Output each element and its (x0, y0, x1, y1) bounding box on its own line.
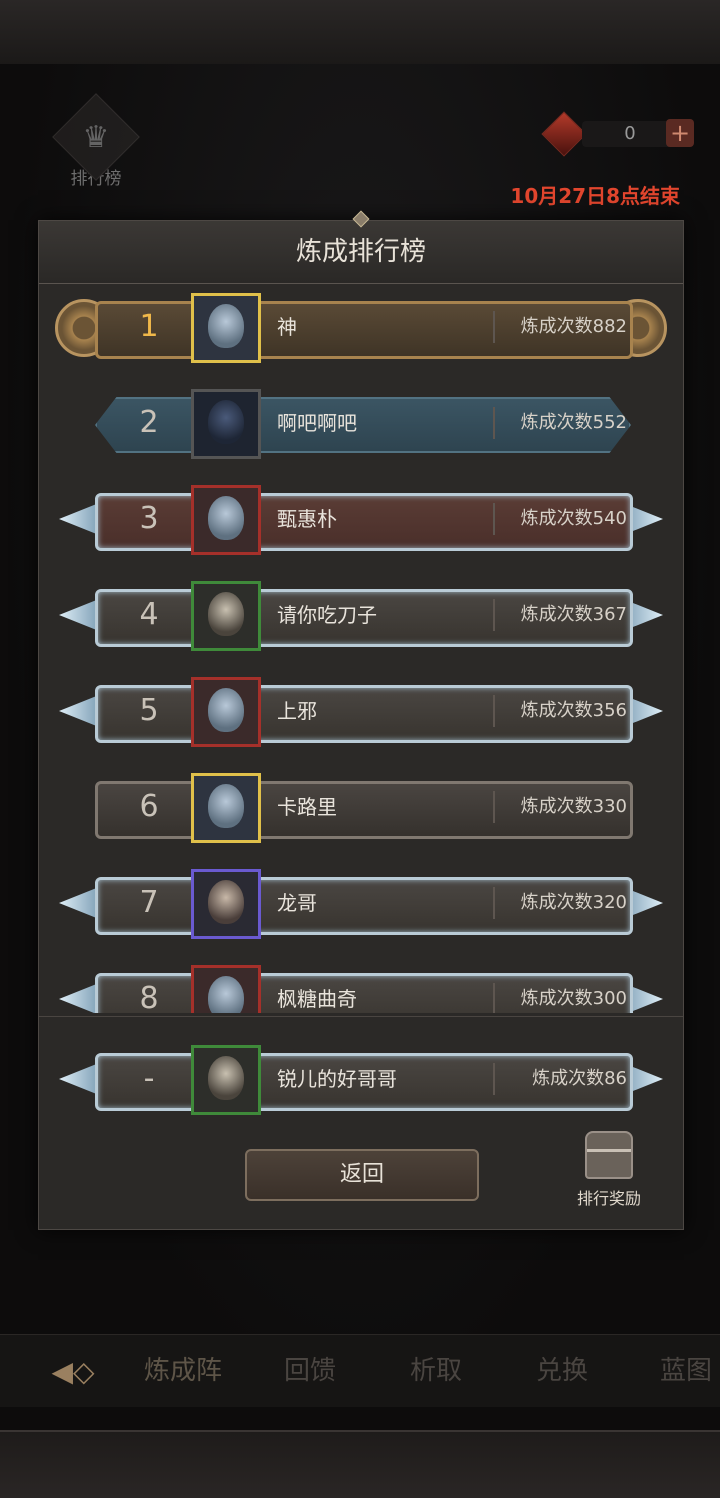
row-divider (493, 311, 495, 343)
player-name: 上邪 (277, 699, 317, 723)
player-avatar (191, 485, 261, 555)
refine-count: 炼成次数540 (520, 508, 627, 529)
player-avatar (191, 1045, 261, 1115)
ranking-list[interactable]: 1 神 炼成次数882 2 啊吧啊吧 炼成次数552 3 甄惠朴 炼成次数540 (39, 291, 683, 1013)
ice-spike-icon (59, 887, 99, 919)
add-currency-button[interactable]: + (666, 119, 694, 147)
rank-number: 2 (139, 405, 159, 440)
tab-extract[interactable]: 析取 (410, 1335, 462, 1407)
row-divider (493, 983, 495, 1013)
ranking-entry-button[interactable]: ♛ 排行榜 (52, 93, 140, 196)
row-divider (493, 791, 495, 823)
panel-title: 炼成排行榜 (295, 237, 426, 267)
ranking-row[interactable]: 6 卡路里 炼成次数330 (59, 773, 663, 843)
player-avatar (191, 677, 261, 747)
refine-count: 炼成次数367 (520, 604, 627, 625)
gem-icon (541, 111, 587, 157)
ice-spike-icon (59, 695, 99, 727)
rank-number: 4 (139, 597, 159, 632)
row-divider (493, 695, 495, 727)
refine-count: 炼成次数300 (520, 988, 627, 1009)
rank-number: - (143, 1061, 155, 1096)
refine-count: 炼成次数882 (520, 316, 627, 337)
player-name: 枫糖曲奇 (277, 987, 357, 1011)
player-avatar (191, 773, 261, 843)
player-name: 请你吃刀子 (277, 603, 377, 627)
my-ranking-row[interactable]: - 锐儿的好哥哥 炼成次数86 (59, 1045, 663, 1115)
top-frame (0, 0, 720, 66)
treasure-chest-icon (585, 1131, 633, 1179)
rank-number: 1 (139, 309, 159, 344)
refine-count: 炼成次数320 (520, 892, 627, 913)
event-end-time: 10月27日8点结束 (510, 184, 680, 208)
row-divider (493, 599, 495, 631)
back-arrow-icon[interactable]: ◀◇ (38, 1349, 108, 1393)
ranking-row[interactable]: 2 啊吧啊吧 炼成次数552 (59, 389, 663, 459)
ice-spike-icon (59, 599, 99, 631)
refine-count: 炼成次数86 (532, 1068, 627, 1089)
bottom-frame (0, 1430, 720, 1498)
ice-spike-icon (59, 983, 99, 1013)
player-avatar (191, 293, 261, 363)
player-avatar (191, 389, 261, 459)
player-name: 卡路里 (277, 795, 337, 819)
player-name: 甄惠朴 (277, 507, 337, 531)
currency-value: 0 (582, 121, 678, 147)
ice-spike-icon (59, 1063, 99, 1095)
refine-count: 炼成次数330 (520, 796, 627, 817)
ranking-row[interactable]: 3 甄惠朴 炼成次数540 (59, 485, 663, 555)
ranking-reward-label: 排行奖励 (576, 1189, 641, 1208)
row-divider (493, 503, 495, 535)
row-divider (493, 407, 495, 439)
my-ranking-section: - 锐儿的好哥哥 炼成次数86 (39, 1016, 683, 1129)
refine-count: 炼成次数552 (520, 412, 627, 433)
player-avatar (191, 965, 261, 1013)
return-button[interactable]: 返回 (245, 1149, 479, 1201)
ranking-row[interactable]: 4 请你吃刀子 炼成次数367 (59, 581, 663, 651)
refine-count: 炼成次数356 (520, 700, 627, 721)
row-divider (493, 1063, 495, 1095)
player-name: 神 (277, 315, 297, 339)
player-name: 龙哥 (277, 891, 317, 915)
tab-feedback[interactable]: 回馈 (284, 1335, 336, 1407)
tab-refine-array[interactable]: 炼成阵 (144, 1335, 222, 1407)
bottom-tabbar: ◀◇ 炼成阵 回馈 析取 兑换 蓝图 (0, 1334, 720, 1407)
ranking-row[interactable]: 1 神 炼成次数882 (55, 293, 667, 363)
ranking-reward-button[interactable]: 排行奖励 (559, 1131, 659, 1217)
player-name: 锐儿的好哥哥 (277, 1067, 397, 1091)
tab-blueprint[interactable]: 蓝图 (660, 1335, 712, 1407)
player-avatar (191, 869, 261, 939)
player-avatar (191, 581, 261, 651)
ranking-row[interactable]: 7 龙哥 炼成次数320 (59, 869, 663, 939)
ranking-row[interactable]: 5 上邪 炼成次数356 (59, 677, 663, 747)
rank-number: 7 (139, 885, 159, 920)
player-name: 啊吧啊吧 (277, 411, 357, 435)
panel-header: 炼成排行榜 (39, 210, 683, 284)
ranking-row[interactable]: 8 枫糖曲奇 炼成次数300 (59, 965, 663, 1013)
currency-display: 0 + (541, 111, 696, 157)
rank-number: 8 (139, 981, 159, 1013)
row-divider (493, 887, 495, 919)
tab-exchange[interactable]: 兑换 (536, 1335, 588, 1407)
rank-number: 6 (139, 789, 159, 824)
ice-spike-icon (59, 503, 99, 535)
rank-number: 3 (139, 501, 159, 536)
ranking-panel: 炼成排行榜 1 神 炼成次数882 2 啊吧啊吧 炼成次数552 3 甄惠朴 炼… (38, 210, 684, 1230)
rank-number: 5 (139, 693, 159, 728)
